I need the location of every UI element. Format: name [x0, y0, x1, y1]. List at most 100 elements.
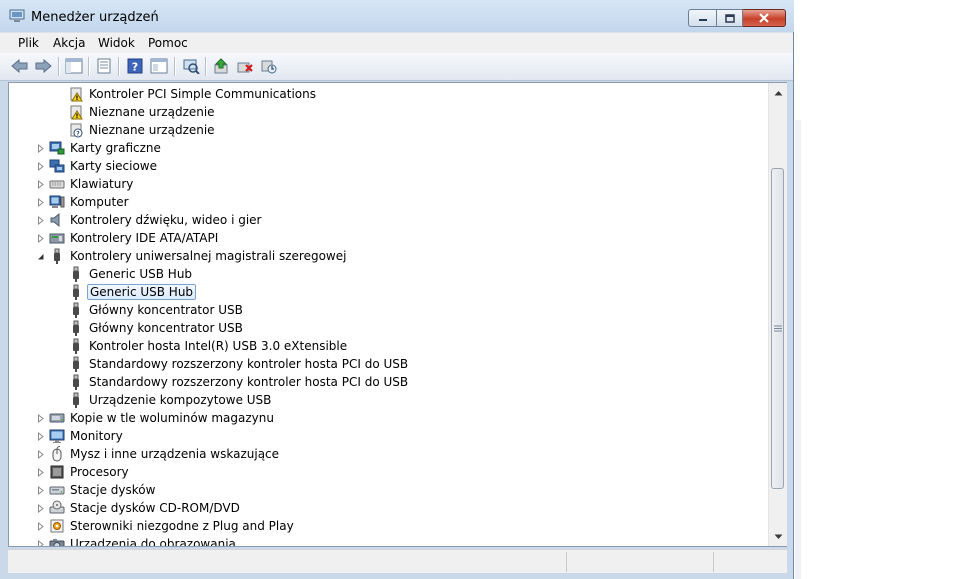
expand-toggle[interactable]	[36, 234, 45, 243]
tree-row[interactable]: Urządzenie kompozytowe USB	[68, 391, 273, 409]
usb-icon	[73, 302, 79, 318]
status-segment	[566, 552, 567, 572]
collapsed-triangle-icon	[38, 198, 44, 207]
processor-icon	[50, 465, 64, 479]
tree-row[interactable]: Stacje dysków CD-ROM/DVD	[49, 499, 242, 517]
title-bar[interactable]: Menedżer urządzeń	[0, 0, 794, 32]
expand-toggle[interactable]	[36, 198, 45, 207]
tree-row[interactable]: Główny koncentrator USB	[68, 301, 245, 319]
scan-hardware-button[interactable]	[181, 57, 201, 75]
tree-row[interactable]: Mysz i inne urządzenia wskazujące	[49, 445, 281, 463]
expand-toggle[interactable]	[36, 432, 45, 441]
menu-widok[interactable]: Widok	[98, 36, 135, 50]
collapsed-triangle-icon	[38, 234, 44, 243]
expand-toggle[interactable]	[36, 486, 45, 495]
tree-row-label: Kontroler PCI Simple Communications	[89, 87, 316, 101]
enable-device-button[interactable]	[259, 57, 279, 75]
tree-row-label: Urządzenie kompozytowe USB	[89, 393, 272, 407]
tree-row[interactable]: Kontroler PCI Simple Communications	[68, 85, 318, 103]
tree-row[interactable]: Kontroler hosta Intel(R) USB 3.0 eXtensi…	[68, 337, 349, 355]
back-button[interactable]	[10, 57, 30, 75]
vertical-scrollbar[interactable]	[768, 83, 787, 546]
tree-row[interactable]: Nieznane urządzenie	[68, 103, 217, 121]
update-driver-button[interactable]	[211, 57, 231, 75]
menu-bar: Plik Akcja Widok Pomoc	[0, 32, 793, 53]
background-area	[795, 0, 960, 579]
tree-row-label: Generic USB Hub	[87, 284, 197, 300]
close-button[interactable]	[743, 9, 786, 27]
tree-row[interactable]: Stacje dysków	[49, 481, 157, 499]
caption-buttons	[688, 9, 786, 28]
tree-row-label: Kopie w tle woluminów magazynu	[70, 411, 274, 425]
tree-row[interactable]: Urządzenia do obrazowania	[49, 535, 238, 546]
menu-akcja[interactable]: Akcja	[53, 36, 85, 50]
unknown-device-icon: ?	[70, 123, 83, 138]
expand-toggle[interactable]	[36, 522, 45, 531]
view-button[interactable]	[149, 57, 169, 75]
help-icon: ?	[127, 58, 143, 74]
properties-button[interactable]	[94, 57, 114, 75]
help-button[interactable]: ?	[125, 57, 145, 75]
monitor-icon	[49, 429, 65, 443]
svg-text:?: ?	[132, 61, 138, 74]
expand-toggle[interactable]	[36, 540, 45, 546]
tree-row[interactable]: ? Nieznane urządzenie	[68, 121, 217, 139]
expand-toggle[interactable]	[36, 468, 45, 477]
disk-drive-icon	[49, 486, 65, 495]
collapsed-triangle-icon	[38, 486, 44, 495]
scroll-down-button[interactable]	[769, 528, 787, 545]
toolbar-separator	[118, 57, 120, 76]
tree-row[interactable]: Monitory	[49, 427, 125, 445]
tree-row-label: Kontrolery uniwersalnej magistrali szere…	[70, 249, 347, 263]
keyboard-icon	[49, 180, 65, 189]
toolbar: ?	[0, 53, 793, 81]
tree-row[interactable]: Sterowniki niezgodne z Plug and Play	[49, 517, 296, 535]
tree-row-label: Główny koncentrator USB	[89, 303, 243, 317]
console-tree-button[interactable]	[64, 57, 84, 75]
view-icon	[150, 58, 168, 74]
uninstall-button[interactable]	[235, 57, 255, 75]
tree-row-label: Standardowy rozszerzony kontroler hosta …	[89, 375, 409, 389]
scroll-down-icon	[774, 534, 782, 539]
menu-pomoc[interactable]: Pomoc	[148, 36, 188, 50]
collapsed-triangle-icon	[38, 468, 44, 477]
tree-row[interactable]: Główny koncentrator USB	[68, 319, 245, 337]
expand-toggle[interactable]	[36, 450, 45, 459]
tree-row[interactable]: Komputer	[49, 193, 131, 211]
tree-row[interactable]: Standardowy rozszerzony kontroler hosta …	[68, 373, 410, 391]
scrollbar-thumb[interactable]	[771, 168, 784, 489]
expand-toggle[interactable]	[36, 180, 45, 189]
forward-button[interactable]	[33, 57, 53, 75]
tree-row[interactable]: Kontrolery uniwersalnej magistrali szere…	[49, 247, 348, 265]
expand-toggle[interactable]	[36, 216, 45, 225]
expand-toggle[interactable]	[36, 144, 45, 153]
tree-row[interactable]: Standardowy rozszerzony kontroler hosta …	[68, 355, 410, 373]
tree-row[interactable]: Generic USB Hub	[68, 283, 197, 301]
forward-arrow-icon	[35, 59, 52, 73]
maximize-button[interactable]	[717, 9, 743, 27]
device-tree[interactable]: Kontroler PCI Simple Communications Niezn…	[8, 82, 787, 547]
scroll-grip-icon	[774, 325, 782, 332]
tree-row[interactable]: Kontrolery IDE ATA/ATAPI	[49, 229, 220, 247]
tree-row[interactable]: Generic USB Hub	[68, 265, 194, 283]
tree-row[interactable]: Klawiatury	[49, 175, 135, 193]
tree-row-label: Klawiatury	[70, 177, 134, 191]
expand-toggle[interactable]	[36, 414, 45, 423]
expand-toggle[interactable]	[36, 162, 45, 171]
tree-row[interactable]: Kopie w tle woluminów magazynu	[49, 409, 276, 427]
menu-plik[interactable]: Plik	[18, 36, 39, 50]
network-adapter-icon	[49, 159, 65, 173]
collapsed-triangle-icon	[38, 540, 44, 546]
usb-icon	[73, 284, 79, 300]
collapsed-triangle-icon	[38, 216, 44, 225]
minimize-button[interactable]	[688, 9, 717, 27]
tree-row[interactable]: Kontrolery dźwięku, wideo i gier	[49, 211, 263, 229]
enable-device-icon	[261, 60, 277, 74]
tree-row[interactable]: Karty sieciowe	[49, 157, 159, 175]
scroll-up-button[interactable]	[769, 84, 787, 101]
expand-toggle[interactable]	[36, 504, 45, 513]
collapse-toggle[interactable]	[36, 252, 45, 261]
tree-row[interactable]: Karty graficzne	[49, 139, 163, 157]
tree-row[interactable]: Procesory	[49, 463, 131, 481]
collapsed-triangle-icon	[38, 180, 44, 189]
